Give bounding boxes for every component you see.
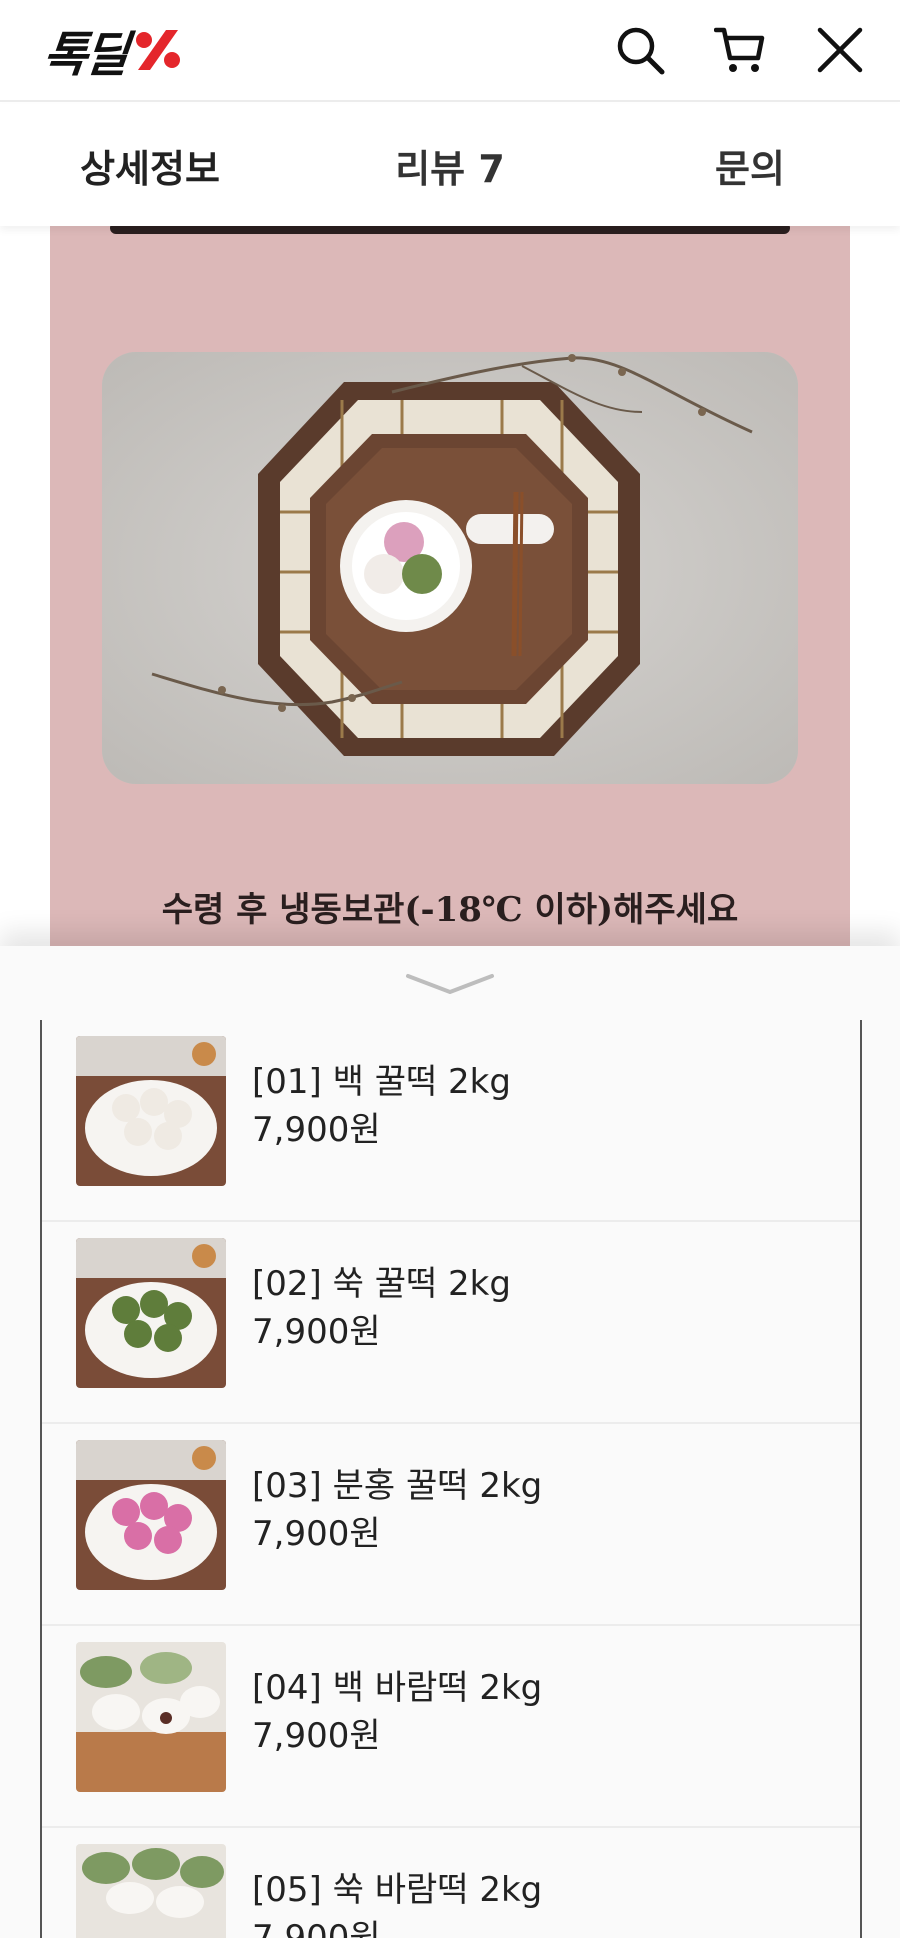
option-item[interactable]: [01] 백 꿀떡 2kg 7,900원 <box>42 1020 860 1222</box>
chevron-down-icon <box>406 974 494 994</box>
option-thumbnail <box>76 1844 226 1938</box>
logo-text: 톡딜 <box>40 27 129 83</box>
option-item[interactable]: [04] 백 바람떡 2kg 7,900원 <box>42 1626 860 1828</box>
option-name: [01] 백 꿀떡 2kg <box>252 1062 511 1102</box>
search-button[interactable] <box>612 22 668 78</box>
cropped-title-graphic <box>110 226 790 234</box>
tab-inquiry[interactable]: 문의 <box>600 104 900 226</box>
option-thumbnail <box>76 1440 226 1590</box>
option-name: [03] 분홍 꿀떡 2kg <box>252 1466 543 1506</box>
option-thumbnail <box>76 1036 226 1186</box>
option-name: [05] 쑥 바람떡 2kg <box>252 1870 543 1910</box>
option-name: [04] 백 바람떡 2kg <box>252 1668 543 1708</box>
close-icon <box>817 27 863 73</box>
storage-notice: 수령 후 냉동보관(-18℃ 이하)해주세요 <box>161 890 739 930</box>
option-price: 7,900원 <box>252 1110 381 1150</box>
cart-button[interactable] <box>712 22 768 78</box>
option-price: 7,900원 <box>252 1514 381 1554</box>
option-item[interactable]: [05] 쑥 바람떡 2kg 7,900원 <box>42 1828 860 1938</box>
option-price: 7,900원 <box>252 1716 381 1756</box>
option-price: 7,900원 <box>252 1312 381 1352</box>
option-name: [02] 쑥 꿀떡 2kg <box>252 1264 511 1304</box>
close-button[interactable] <box>812 22 868 78</box>
collapse-sheet-button[interactable] <box>404 968 496 998</box>
tab-reviews[interactable]: 리뷰 7 <box>300 104 600 226</box>
option-list: [01] 백 꿀떡 2kg 7,900원 [02] 쑥 꿀떡 2kg 7,900… <box>40 1020 862 1938</box>
option-thumbnail <box>76 1642 226 1792</box>
rice-cake-table-photo <box>102 352 798 784</box>
tab-detail-info[interactable]: 상세정보 <box>0 104 300 226</box>
top-header: 톡딜 <box>0 0 900 102</box>
search-icon <box>617 27 665 75</box>
option-thumbnail <box>76 1238 226 1388</box>
option-bottom-sheet: [01] 백 꿀떡 2kg 7,900원 [02] 쑥 꿀떡 2kg 7,900… <box>0 946 900 1938</box>
option-price: 7,900원 <box>252 1918 381 1938</box>
option-item[interactable]: [03] 분홍 꿀떡 2kg 7,900원 <box>42 1424 860 1626</box>
logo[interactable]: 톡딜 <box>41 20 186 83</box>
cart-icon <box>714 27 765 72</box>
product-detail-image: 수령 후 냉동보관(-18℃ 이하)해주세요 <box>50 226 850 946</box>
detail-tabs: 상세정보 리뷰 7 문의 <box>0 104 900 226</box>
logo-percent-icon <box>130 28 186 72</box>
option-item[interactable]: [02] 쑥 꿀떡 2kg 7,900원 <box>42 1222 860 1424</box>
